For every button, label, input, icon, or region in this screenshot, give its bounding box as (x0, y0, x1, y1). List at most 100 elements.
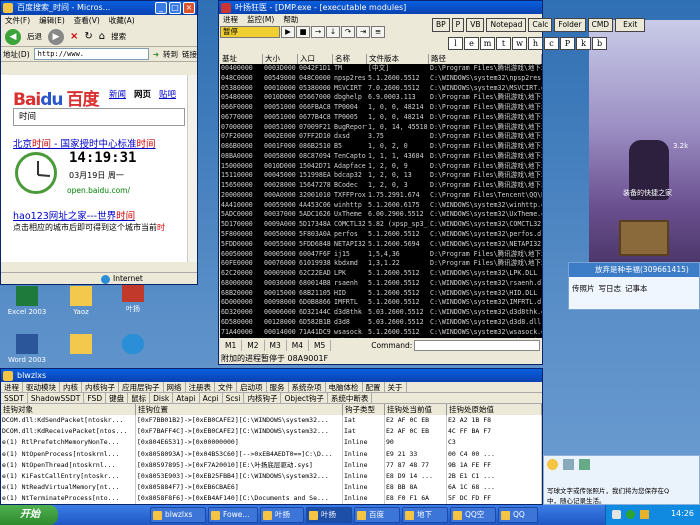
table-row[interactable]: 68B20000 00015000 68B21105 HID 5.1.2600.5512… (220, 289, 542, 299)
forward-arrow-icon[interactable]: ▶ (48, 28, 64, 45)
table-row[interactable]: 07000000 00051000 07009F21 BugReport 1, 0, 1… (220, 123, 542, 133)
write-diary-button[interactable]: 写日志 (599, 283, 622, 294)
tab-tabs_row1-13[interactable]: 关于 (385, 382, 407, 392)
table-row[interactable]: e(1) NtReadVirtualMemory[nt... [0x805884F… (1, 482, 542, 494)
tab-tabs_row1-8[interactable]: 启动项 (237, 382, 267, 392)
letter-w-button[interactable]: w (512, 37, 527, 50)
links-button[interactable]: 链接 (182, 49, 197, 60)
table-row[interactable]: e(1) NtTerminateProcess[nto... [0x8058F8F… (1, 493, 542, 504)
table-row[interactable]: 60050000 00005000 60047F6F ij15 1,5,4,36 D:\P… (220, 250, 542, 260)
tab-tabs_row1-6[interactable]: 注册表 (186, 382, 215, 392)
taskbar-item-qq[interactable]: QQ (498, 507, 538, 523)
menu-monitor[interactable]: 监控(M) (247, 14, 274, 25)
cmd-button[interactable]: CMD (587, 18, 614, 32)
menu-file[interactable]: 文件(F) (5, 15, 30, 27)
letter-t-button[interactable]: t (496, 37, 511, 50)
letter-c-button[interactable]: c (544, 37, 559, 50)
table-row[interactable]: e(1) RtlPrefetchMemoryNonTe... [0x804E653… (1, 437, 542, 449)
step-icon[interactable]: → (311, 26, 325, 38)
tab-m5[interactable]: M5 (309, 339, 332, 351)
taskbar-item-yeyang-2[interactable]: 叶扬 (306, 507, 352, 523)
refresh-icon[interactable]: ↻ (84, 31, 92, 42)
nav-tieba[interactable]: 贴吧 (159, 88, 176, 100)
tab-tabs_row2-3[interactable]: 键盘 (106, 393, 129, 403)
volume-icon[interactable] (640, 510, 649, 519)
exit-button[interactable]: Exit (615, 18, 646, 32)
table-row[interactable]: 00400000 0003D000 0042F1D1 TM [中文] D:\Program… (220, 64, 542, 74)
tab-tabs_row1-1[interactable]: 驱动模块 (23, 382, 60, 392)
home-icon[interactable]: ⌂ (99, 31, 105, 42)
tab-tabs_row2-2[interactable]: FSD (84, 393, 107, 403)
tab-tabs_row2-4[interactable]: 鼠标 (128, 393, 151, 403)
tab-tabs_row2-11[interactable]: 系统中断表 (328, 393, 373, 403)
taskbar-item-qzone[interactable]: QQ空 (450, 507, 496, 523)
table-row[interactable]: DCOM.dll:KdSendPacket[ntoskr... [0xF7BB01… (1, 415, 542, 427)
table-row[interactable]: e(1) KiFastCallEntry[ntoskr... [0x8053E90… (1, 470, 542, 483)
image-icon[interactable] (563, 459, 574, 470)
qq-tray-icon[interactable] (626, 510, 635, 519)
tab-tabs_row1-7[interactable]: 文件 (215, 382, 237, 392)
emoji-icon[interactable] (547, 459, 558, 470)
tab-tabs_row1-9[interactable]: 服务 (267, 382, 289, 392)
desktop-icon-yeyang[interactable]: 叶扬 (110, 282, 156, 314)
minimize-button[interactable]: _ (155, 2, 167, 14)
table-row[interactable]: 6D000000 00098000 6D0B8866 IMFRTL 5.1.2600.5… (220, 298, 542, 308)
search-button[interactable]: 搜索 (111, 31, 126, 42)
table-row[interactable]: 048C0000 00549000 048C0000 npsp2res 5.1.2600… (220, 74, 542, 84)
table-row[interactable]: 62C20000 00009000 62C22EAD LPK 5.1.2600.5512… (220, 269, 542, 279)
tab-tabs_row2-8[interactable]: Scsi (223, 393, 245, 403)
table-row[interactable]: 07F20000 0002E000 07FF2D10 dxsd 3.75 D:\Progr… (220, 132, 542, 142)
hook-scanner-window[interactable]: blwzlxs 进程 驱动模块 内核 内核钩子 应用层钩子 网络 注册表 文件 启动项 服务 系统杂… (0, 368, 543, 505)
tab-tabs_row2-7[interactable]: Acpi (200, 393, 223, 403)
tab-m2[interactable]: M2 (242, 339, 265, 351)
tab-tabs_row1-10[interactable]: 系统杂项 (289, 382, 326, 392)
table-row[interactable]: 68000000 00036000 680014B8 rsaenh 5.1.2600.5… (220, 279, 542, 289)
desktop-icon-folder-2[interactable] (58, 334, 104, 356)
ie-titlebar[interactable]: 百度搜索_时间 - Micros... _ □ × (1, 1, 197, 15)
monitor-window[interactable]: 叶扬狂医 - [DMP.exe - [executable modules] 进… (218, 0, 543, 365)
tab-tabs_row1-12[interactable]: 配置 (363, 382, 385, 392)
open-icon[interactable]: ▶ (281, 26, 295, 38)
desktop-icon-folder[interactable]: Yaoz (58, 286, 104, 316)
tab-tabs_row1-2[interactable]: 内核 (60, 382, 82, 392)
step-into-icon[interactable]: ↓ (326, 26, 340, 38)
bp-button[interactable]: BP (432, 18, 450, 32)
letter-h-button[interactable]: h (528, 37, 543, 50)
table-row[interactable]: 066F0000 00051000 066FBAC8 TP0004 1, 0, 0, 4… (220, 103, 542, 113)
p-button[interactable]: P (451, 18, 465, 32)
folder-button[interactable]: Folder (554, 18, 586, 32)
monitor-titlebar[interactable]: 叶扬狂医 - [DMP.exe - [executable modules] (219, 1, 542, 14)
table-row[interactable]: 15000000 0010D000 15042D71 Adapface 1, 2, 0,… (220, 162, 542, 172)
vb-button[interactable]: VB (466, 18, 485, 32)
table-row[interactable]: 15650000 00028000 15647278 BCodec 1, 2, 0, 3… (220, 181, 542, 191)
upload-photo-button[interactable]: 传照片 (572, 283, 595, 294)
table-row[interactable]: e(1) NtOpenThread[ntoskrnl... [0x80597895… (1, 459, 542, 471)
desktop-icon-excel[interactable]: Excel 2003 (4, 286, 50, 316)
table-row[interactable]: 06770000 00051000 0677B4C8 TP0005 1, 0, 0, 4… (220, 113, 542, 123)
table-row[interactable]: 05380000 00010000 05380000 MSVCIRT 7.0.2600.… (220, 84, 542, 94)
table-row[interactable]: 71A40000 00014000 71A41DC9 wsasock 5.1.2600.… (220, 328, 542, 338)
menu-favorites[interactable]: 收藏(A) (109, 15, 135, 27)
tab-m1[interactable]: M1 (220, 339, 243, 351)
tab-m4[interactable]: M4 (287, 339, 309, 351)
qq-chat-panel[interactable]: 写球文字或传张照片，我们将为您保存在Q 中，随心记录生活。 (543, 455, 700, 505)
trace-icon[interactable]: ≡ (371, 26, 385, 38)
taskbar-item-blwzlxs[interactable]: blwzlxs (150, 507, 206, 523)
table-row[interactable]: 05480000 0010D000 05667000 dbghelp 6.9.0003.… (220, 93, 542, 103)
menu-help[interactable]: 帮助 (283, 14, 298, 25)
maximize-button[interactable]: □ (169, 2, 181, 14)
table-row[interactable]: 15110000 00045000 151998EA bdcap32 1, 2, 0, … (220, 171, 542, 181)
back-arrow-icon[interactable]: ◀ (5, 28, 21, 45)
close-button[interactable]: × (183, 2, 195, 14)
tab-tabs_row2-0[interactable]: SSDT (1, 393, 28, 403)
tab-tabs_row1-11[interactable]: 电脑体检 (326, 382, 363, 392)
pause-button[interactable]: 暂停 (220, 26, 280, 38)
table-row[interactable]: 6D320000 00006000 6D32144C d3d8thk 5.03.2600… (220, 308, 542, 318)
letter-b-button[interactable]: b (592, 37, 607, 50)
folder-icon[interactable] (579, 459, 590, 470)
scanner-titlebar[interactable]: blwzlxs (1, 369, 542, 382)
nav-web[interactable]: 网页 (134, 88, 151, 100)
back-button[interactable]: 后退 (27, 31, 42, 42)
menu-view[interactable]: 查看(V) (74, 15, 100, 27)
result-1-title[interactable]: 北京时间 - 国家授时中心标准时间 (13, 136, 156, 150)
